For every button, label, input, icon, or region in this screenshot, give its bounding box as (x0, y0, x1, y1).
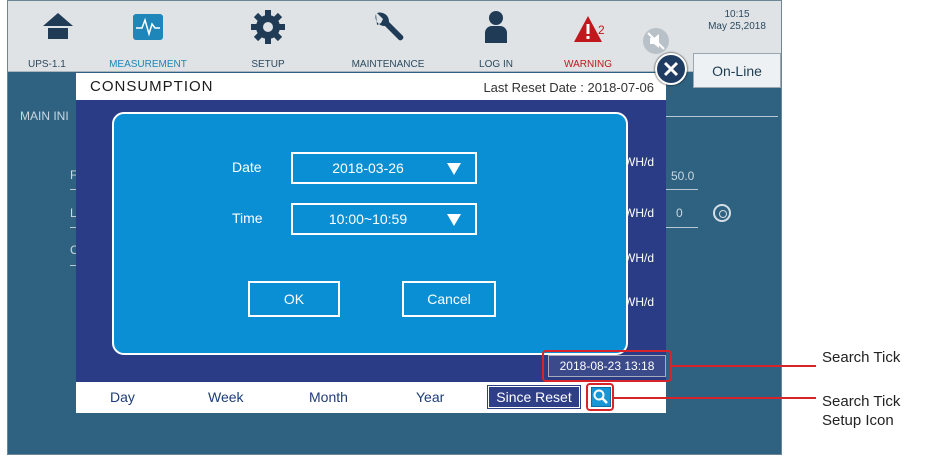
time-select[interactable]: 10:00~10:59 (291, 203, 477, 235)
nav-setup[interactable]: SETUP (233, 1, 303, 71)
warning-count: 2 (598, 23, 605, 37)
nav-setup-label: SETUP (251, 59, 285, 70)
nav-measurement-label: MEASUREMENT (109, 59, 187, 70)
callout-search-icon: Search Tick Setup Icon (822, 392, 900, 430)
date-select[interactable]: 2018-03-26 (291, 152, 477, 184)
close-icon (663, 61, 679, 77)
clock-time: 10:15 (724, 9, 750, 20)
dropdown-arrow-icon (447, 214, 461, 226)
section-label: MAIN INI (20, 109, 69, 123)
status-badge: On-Line (693, 53, 781, 88)
callout-line-2: Setup Icon (822, 412, 894, 429)
nav-measurement[interactable]: MEASUREMENT (108, 1, 188, 71)
tab-day[interactable]: Day (110, 389, 135, 405)
clock-date: May 25,2018 (708, 21, 766, 32)
background-search-icon[interactable] (713, 204, 731, 222)
nav-maintenance-label: MAINTENANCE (351, 59, 425, 70)
unit-label: WH/d (624, 206, 654, 220)
ok-button[interactable]: OK (248, 281, 340, 317)
time-label: Time (232, 210, 263, 226)
wrench-icon (375, 12, 404, 41)
nav-login-label: LOG IN (479, 59, 513, 70)
search-tick-setup-popup: Date 2018-03-26 Time 10:00~10:59 OK Canc… (112, 112, 628, 355)
divider (663, 227, 698, 228)
last-reset-date: Last Reset Date : 2018-07-06 (483, 80, 654, 95)
tab-week[interactable]: Week (208, 389, 244, 405)
close-button[interactable] (655, 53, 687, 85)
callout-line (672, 365, 816, 367)
clock: 10:15 May 25,2018 (693, 1, 781, 36)
user-icon (485, 11, 507, 43)
dropdown-arrow-icon (447, 163, 461, 175)
nav-login[interactable]: LOG IN (466, 1, 526, 71)
divider (663, 116, 778, 117)
callout-line-1: Search Tick (822, 393, 901, 410)
home-icon (43, 13, 73, 39)
callout-search-tick: Search Tick (822, 349, 901, 366)
callout-line (614, 397, 816, 399)
date-value: 2018-03-26 (332, 160, 404, 176)
time-value: 10:00~10:59 (328, 211, 408, 227)
dialog-header: CONSUMPTION Last Reset Date : 2018-07-06 (76, 73, 666, 100)
nav-maintenance[interactable]: MAINTENANCE (338, 1, 438, 71)
tab-year[interactable]: Year (416, 389, 444, 405)
dialog-title: CONSUMPTION (90, 78, 214, 95)
unit-label: WH/d (624, 251, 654, 265)
tab-month[interactable]: Month (309, 389, 348, 405)
mute-icon (643, 28, 669, 54)
nav-warning-label: WARNING (564, 59, 612, 70)
unit-label: WH/d (624, 155, 654, 169)
nav-warning[interactable]: 2 WARNING (553, 1, 623, 71)
search-tick-highlight (542, 350, 672, 382)
search-icon-highlight (586, 383, 614, 411)
waveform-icon (133, 14, 163, 40)
divider (663, 189, 698, 190)
date-label: Date (232, 159, 262, 175)
cancel-button[interactable]: Cancel (402, 281, 496, 317)
device-id: UPS-1.1 (28, 59, 66, 70)
unit-label: WH/d (624, 295, 654, 309)
tab-since-reset[interactable]: Since Reset (487, 385, 581, 409)
background-value: 0 (676, 206, 683, 220)
gear-icon (251, 10, 285, 44)
background-value: 50.0 (671, 169, 695, 183)
